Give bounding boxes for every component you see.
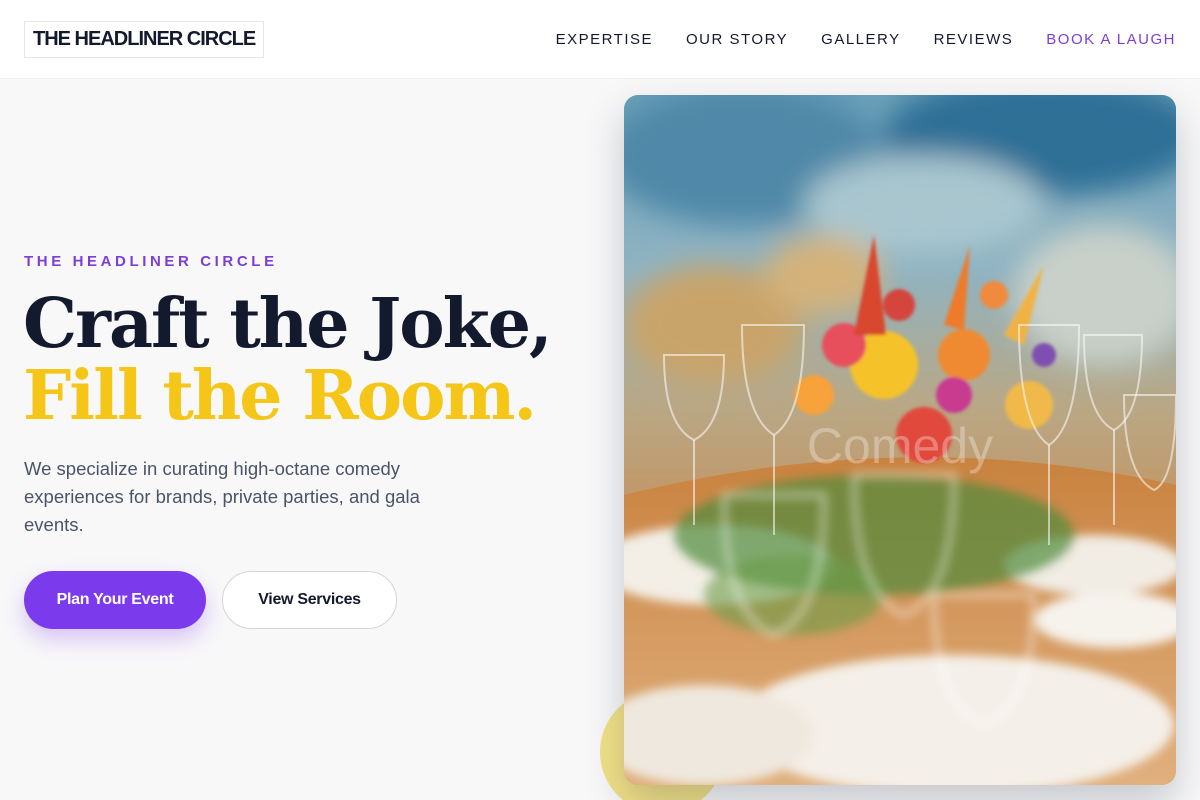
site-header: THE HEADLINER CIRCLE EXPERTISE OUR STORY… — [0, 0, 1200, 79]
main-nav: EXPERTISE OUR STORY GALLERY REVIEWS BOOK… — [556, 31, 1176, 48]
hero-eyebrow: THE HEADLINER CIRCLE — [24, 253, 278, 270]
nav-link-expertise[interactable]: EXPERTISE — [556, 31, 653, 48]
plan-event-button[interactable]: Plan Your Event — [24, 571, 206, 629]
headline-line-2: Fill the Room. — [23, 356, 537, 436]
brand-logo[interactable]: THE HEADLINER CIRCLE — [24, 20, 265, 58]
view-services-button[interactable]: View Services — [222, 571, 397, 629]
headline-line-1: Craft the Joke, — [23, 284, 553, 364]
hero-description: We specialize in curating high-octane co… — [24, 458, 420, 535]
nav-link-reviews[interactable]: REVIEWS — [934, 31, 1014, 48]
hero-headline: Craft the Joke, Fill the Room. — [23, 284, 553, 436]
table-setting-illustration: Comedy — [624, 95, 1176, 785]
nav-link-gallery[interactable]: GALLERY — [821, 31, 900, 48]
image-watermark-text: Comedy — [807, 418, 993, 474]
nav-link-our-story[interactable]: OUR STORY — [686, 31, 788, 48]
nav-link-book-a-laugh[interactable]: BOOK A LAUGH — [1046, 31, 1176, 48]
hero-event-photo: Comedy — [624, 95, 1176, 785]
